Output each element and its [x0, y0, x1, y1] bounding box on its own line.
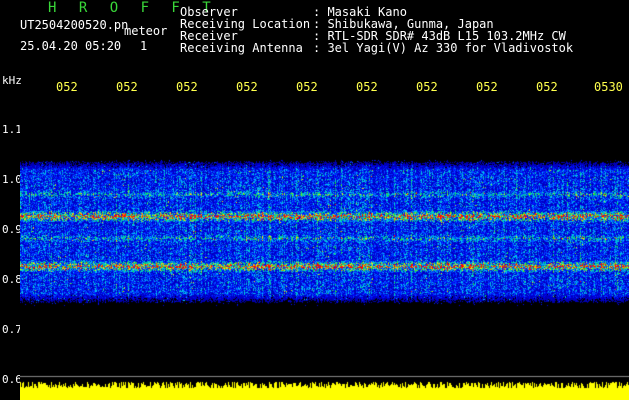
time-tick-9: 052	[536, 80, 558, 94]
y-tick-1.1: 1.1	[2, 123, 22, 136]
file-name: UT2504200520.pn	[20, 18, 129, 32]
time-tick-7: 052	[416, 80, 438, 94]
time-tick-1: 052	[56, 80, 78, 94]
y-tick-0.7: 0.7	[2, 323, 22, 336]
time-tick-8: 052	[476, 80, 498, 94]
timestamp: 25.04.20 05:20	[20, 39, 122, 53]
time-tick-4: 052	[236, 80, 258, 94]
y-tick-0.6: 0.6	[2, 373, 22, 386]
y-tick-1.0: 1.0	[2, 173, 22, 186]
detection-count: 1	[140, 39, 148, 53]
spectrogram-canvas	[20, 98, 629, 400]
spectrogram-plot	[20, 98, 629, 400]
info-antenna-label: Receiving Antenna	[180, 41, 303, 55]
y-tick-0.8: 0.8	[2, 273, 22, 286]
info-antenna-value: : 3el Yagi(V) Az 330 for Vladivostok	[313, 41, 574, 55]
time-tick-5: 052	[296, 80, 318, 94]
file-label: meteor	[124, 24, 168, 38]
y-tick-0.9: 0.9	[2, 223, 22, 236]
time-tick-6: 052	[356, 80, 378, 94]
y-axis-unit: kHz	[2, 74, 22, 87]
time-tick-10: 0530	[594, 80, 623, 94]
time-tick-3: 052	[176, 80, 198, 94]
time-tick-2: 052	[116, 80, 138, 94]
